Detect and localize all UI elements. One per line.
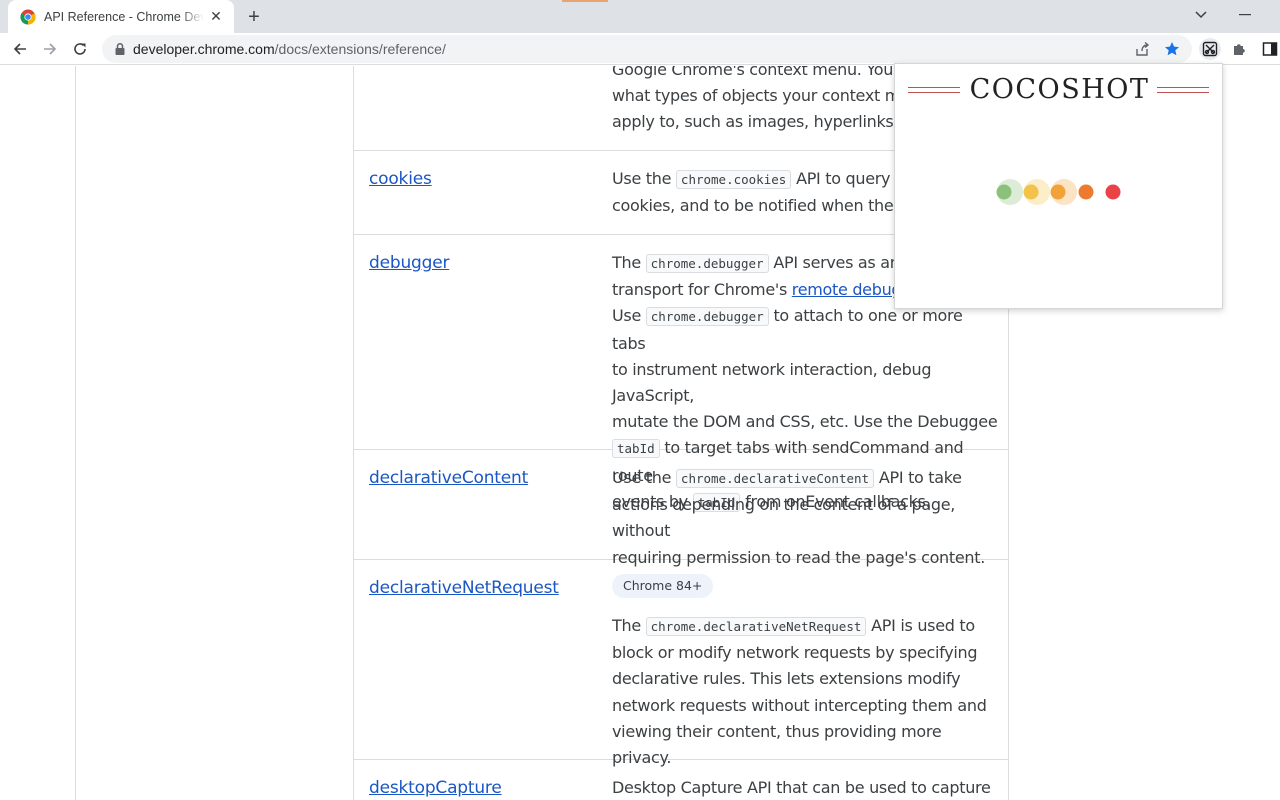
loader-dot	[1078, 184, 1094, 200]
desc-text: Use the	[612, 468, 676, 487]
tab-title: API Reference - Chrome Developers	[44, 9, 204, 24]
url-text: developer.chrome.com/docs/extensions/ref…	[133, 41, 446, 57]
inline-code: chrome.debugger	[645, 307, 769, 327]
chrome-version-badge: Chrome 84+	[612, 574, 714, 598]
api-description: Use the chrome.declarativeContent API to…	[612, 465, 1000, 571]
desc-line: mutate the DOM and CSS, etc. Use the Deb…	[612, 412, 998, 432]
desc-text: transport for Chrome's	[612, 280, 792, 300]
side-panel-icon[interactable]	[1259, 38, 1280, 60]
url-host: developer.chrome.com	[133, 41, 275, 57]
desc-text: API to query a	[791, 169, 905, 188]
bookmark-star-icon[interactable]	[1163, 40, 1181, 58]
desc-text: The	[612, 253, 646, 272]
sidebar-divider	[75, 66, 76, 800]
chrome-logo-icon	[20, 9, 36, 25]
desc-text: The	[612, 616, 646, 635]
table-row-declarativenetrequest: declarativeNetRequest Chrome 84+ The chr…	[354, 560, 1008, 767]
tab-drag-indicator	[562, 0, 608, 2]
tab-search-chevron-icon[interactable]	[1192, 6, 1210, 24]
api-link-desktopcapture[interactable]: desktopCapture	[369, 778, 502, 798]
extensions-puzzle-icon[interactable]	[1229, 38, 1251, 60]
desc-line: network requests without intercepting th…	[612, 695, 987, 715]
loader-dot	[996, 179, 1023, 205]
cocoshot-extension-icon[interactable]	[1199, 38, 1221, 60]
desc-line: block or modify network requests by spec…	[612, 643, 978, 663]
api-link-declarativenetrequest[interactable]: declarativeNetRequest	[369, 578, 559, 598]
desc-line: to instrument network interaction, debug…	[612, 359, 932, 406]
desc-line: Desktop Capture API that can be used to …	[612, 778, 991, 797]
api-link-cookies[interactable]: cookies	[369, 169, 432, 189]
share-icon[interactable]	[1133, 40, 1151, 58]
loader-dot	[1050, 179, 1077, 205]
loading-indicator	[996, 179, 1121, 205]
table-row-declarativecontent: declarativeContent Use the chrome.declar…	[354, 450, 1008, 567]
tab-strip: API Reference - Chrome Developers ✕ +	[0, 0, 1280, 33]
inline-code: chrome.cookies	[675, 170, 792, 189]
inline-code: chrome.declarativeNetRequest	[645, 617, 867, 636]
browser-toolbar: developer.chrome.com/docs/extensions/ref…	[0, 33, 1280, 65]
desc-line: The chrome.declarativeNetRequest API is …	[612, 613, 1000, 640]
desc-line: actions depending on the content of a pa…	[612, 495, 956, 541]
window-minimize-icon[interactable]	[1236, 6, 1254, 24]
desc-text: Use	[612, 306, 646, 326]
loader-dot	[1023, 179, 1050, 205]
api-description: Desktop Capture API that can be used to …	[612, 775, 1000, 800]
forward-arrow-icon[interactable]	[40, 39, 60, 59]
lock-icon[interactable]	[113, 42, 127, 56]
desc-text: API to take	[874, 468, 962, 487]
desc-text: Use the	[612, 169, 676, 188]
inline-code: chrome.declarativeContent	[675, 469, 875, 488]
url-path: /docs/extensions/reference/	[274, 41, 446, 57]
address-bar[interactable]: developer.chrome.com/docs/extensions/ref…	[102, 35, 1192, 63]
back-arrow-icon[interactable]	[10, 39, 30, 59]
desc-text: API is used to	[866, 616, 975, 635]
cocoshot-popup: COCOSHOT	[894, 63, 1223, 309]
reload-icon[interactable]	[70, 39, 90, 59]
inline-code: chrome.debugger	[645, 254, 769, 273]
loader-dot	[1105, 184, 1121, 200]
desc-line: Use the chrome.declarativeContent API to…	[612, 465, 1000, 492]
desc-line: Use chrome.debugger to attach to one or …	[612, 303, 1000, 356]
api-link-debugger[interactable]: debugger	[369, 253, 449, 273]
api-link-declarativecontent[interactable]: declarativeContent	[369, 468, 528, 488]
browser-tab[interactable]: API Reference - Chrome Developers ✕	[8, 0, 234, 33]
new-tab-button[interactable]: +	[243, 6, 265, 28]
api-description: The chrome.declarativeNetRequest API is …	[612, 613, 1000, 771]
table-row-desktopcapture: desktopCapture Desktop Capture API that …	[354, 760, 1008, 800]
close-tab-icon[interactable]: ✕	[208, 8, 224, 25]
desc-line: declarative rules. This lets extensions …	[612, 669, 961, 689]
desc-text: API serves as an a	[768, 253, 914, 272]
